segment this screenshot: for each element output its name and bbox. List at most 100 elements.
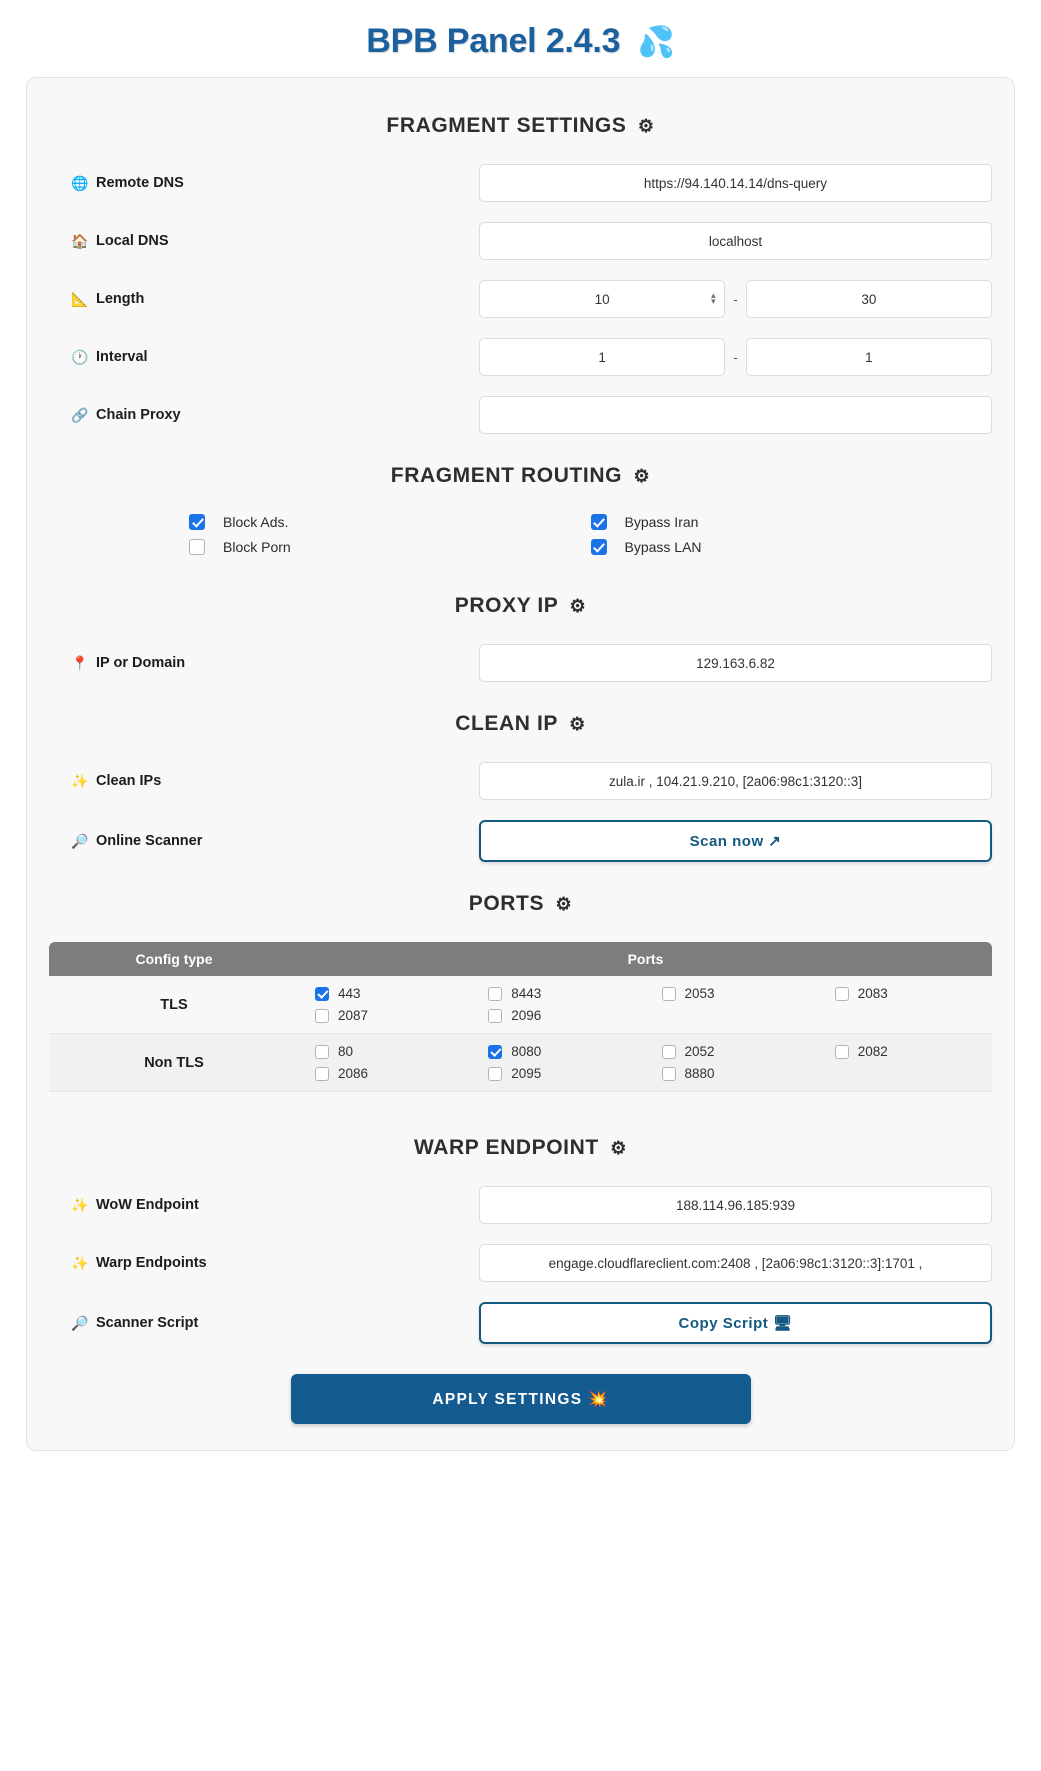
port-checkbox-2082[interactable]: 2082 <box>819 1044 992 1059</box>
ports-table: Config type Ports TLS 443 8443 2053 2083… <box>49 942 992 1092</box>
column-header-ports: Ports <box>299 942 992 976</box>
checkbox-block-porn-box[interactable] <box>189 539 205 555</box>
copy-script-label: Copy Script <box>678 1315 769 1332</box>
link-icon: 🔗 <box>71 407 89 423</box>
port-8880-label: 8880 <box>684 1066 715 1081</box>
table-row: Non TLS 80 8080 2052 2082 2086 2095 8880 <box>49 1033 992 1092</box>
section-title-fragment-routing: FRAGMENT ROUTING ⚙ <box>390 464 651 487</box>
port-2096-box[interactable] <box>488 1008 503 1023</box>
port-checkbox-2053[interactable]: 2053 <box>646 986 819 1001</box>
port-checkbox-2096[interactable]: 2096 <box>472 1008 645 1023</box>
port-2052-label: 2052 <box>684 1044 715 1059</box>
port-8080-box[interactable] <box>488 1044 503 1059</box>
checkbox-bypass-lan-box[interactable] <box>590 539 607 555</box>
checkbox-bypass-lan-label: Bypass LAN <box>624 539 702 555</box>
label-scanner-script: 🔎 Scanner Script <box>71 1315 199 1331</box>
port-checkbox-2052[interactable]: 2052 <box>646 1044 819 1059</box>
port-2052-box[interactable] <box>661 1044 676 1059</box>
label-length: 📐 Length <box>71 291 145 307</box>
interval-min-input[interactable] <box>479 338 726 376</box>
routing-column-right: Bypass Iran Bypass LAN <box>590 514 993 564</box>
app-version: 2.4.3 <box>545 22 621 60</box>
pin-icon: 📍 <box>71 655 89 671</box>
apply-settings-button[interactable]: APPLY SETTINGS 💥 <box>290 1374 751 1424</box>
port-checkbox-8443[interactable]: 8443 <box>472 986 645 1001</box>
port-2096-label: 2096 <box>511 1008 542 1023</box>
row-length: 📐 Length ▲▼ - <box>49 280 992 318</box>
clean-ips-input[interactable] <box>479 762 992 800</box>
settings-panel: FRAGMENT SETTINGS ⚙ 🌐 Remote DNS 🏠 Local… <box>26 77 1015 1451</box>
magnifier-icon: 🔎 <box>71 833 89 849</box>
ports-cell-non-tls: 80 8080 2052 2082 2086 2095 8880 <box>299 1033 992 1092</box>
remote-dns-input[interactable] <box>479 164 992 202</box>
label-warp-endpoints: ✨ Warp Endpoints <box>71 1255 207 1271</box>
checkbox-block-porn[interactable]: Block Porn <box>189 539 591 555</box>
port-checkbox-8080[interactable]: 8080 <box>472 1044 645 1059</box>
magnifier-icon: 🔎 <box>71 1315 89 1331</box>
checkbox-bypass-lan[interactable]: Bypass LAN <box>590 539 993 555</box>
label-remote-dns: 🌐 Remote DNS <box>71 175 184 191</box>
port-2086-label: 2086 <box>338 1066 369 1081</box>
checkbox-bypass-iran[interactable]: Bypass Iran <box>590 514 993 530</box>
port-checkbox-80[interactable]: 80 <box>299 1044 472 1059</box>
gear-icon: ⚙ <box>637 116 655 136</box>
port-checkbox-2083[interactable]: 2083 <box>819 986 992 1001</box>
port-2086-box[interactable] <box>315 1066 329 1081</box>
port-spacer <box>819 1066 992 1081</box>
page-title: BPB Panel 2.4.3 💦 <box>0 0 1041 77</box>
port-80-label: 80 <box>338 1044 354 1059</box>
scan-now-button[interactable]: Scan now ↗ <box>479 820 992 862</box>
length-min-input[interactable] <box>479 280 726 318</box>
ports-table-header-row: Config type Ports <box>49 942 992 976</box>
checkbox-bypass-iran-box[interactable] <box>590 514 607 530</box>
row-wow-endpoint: ✨ WoW Endpoint <box>49 1186 992 1224</box>
label-wow-endpoint: ✨ WoW Endpoint <box>71 1197 199 1213</box>
port-2087-box[interactable] <box>315 1008 329 1023</box>
proxy-ip-input[interactable] <box>479 644 992 682</box>
external-link-icon: ↗ <box>768 833 782 850</box>
port-checkbox-2095[interactable]: 2095 <box>472 1066 645 1081</box>
clock-icon: 🕐 <box>71 349 89 365</box>
wow-endpoint-input[interactable] <box>479 1186 992 1224</box>
length-max-input[interactable] <box>745 280 992 318</box>
port-443-box[interactable] <box>315 986 329 1001</box>
row-clean-ips: ✨ Clean IPs <box>49 762 992 800</box>
port-2095-box[interactable] <box>488 1066 503 1081</box>
port-checkbox-2086[interactable]: 2086 <box>299 1066 472 1081</box>
label-interval: 🕐 Interval <box>71 349 148 365</box>
port-checkbox-8880[interactable]: 8880 <box>646 1066 819 1081</box>
port-8880-box[interactable] <box>661 1066 676 1081</box>
chain-proxy-input[interactable] <box>479 396 992 434</box>
port-2082-box[interactable] <box>834 1044 849 1059</box>
port-checkbox-443[interactable]: 443 <box>299 986 472 1001</box>
section-title-fragment-settings: FRAGMENT SETTINGS ⚙ <box>386 114 655 137</box>
section-title-proxy-ip: PROXY IP ⚙ <box>454 594 587 617</box>
row-warp-endpoints: ✨ Warp Endpoints <box>49 1244 992 1282</box>
local-dns-input[interactable] <box>479 222 992 260</box>
interval-max-input[interactable] <box>745 338 992 376</box>
gear-icon: ⚙ <box>610 1138 627 1158</box>
checkbox-block-ads-label: Block Ads. <box>223 514 289 530</box>
routing-options: Block Ads. Block Porn Bypass Iran Bypass… <box>49 514 992 564</box>
globe-icon: 🌐 <box>71 175 89 191</box>
port-checkbox-2087[interactable]: 2087 <box>299 1008 472 1023</box>
port-2082-label: 2082 <box>857 1044 888 1059</box>
checkbox-block-ads-box[interactable] <box>189 514 205 530</box>
port-8443-box[interactable] <box>488 986 503 1001</box>
checkbox-block-ads[interactable]: Block Ads. <box>189 514 591 530</box>
port-2053-box[interactable] <box>661 986 676 1001</box>
ruler-icon: 📐 <box>71 291 89 307</box>
port-8080-label: 8080 <box>511 1044 542 1059</box>
ports-cell-tls: 443 8443 2053 2083 2087 2096 <box>299 976 992 1034</box>
row-chain-proxy: 🔗 Chain Proxy <box>49 396 992 434</box>
port-2087-label: 2087 <box>338 1008 369 1023</box>
row-remote-dns: 🌐 Remote DNS <box>49 164 992 202</box>
apply-settings-label: APPLY SETTINGS <box>432 1390 583 1408</box>
port-2083-box[interactable] <box>834 986 849 1001</box>
copy-script-button[interactable]: Copy Script 🖥 <box>479 1302 992 1344</box>
warp-endpoints-input[interactable] <box>479 1244 992 1282</box>
length-separator: - <box>733 291 738 307</box>
section-title-ports: PORTS ⚙ <box>468 892 573 915</box>
port-80-box[interactable] <box>315 1044 329 1059</box>
row-proxy-ip: 📍 IP or Domain <box>49 644 992 682</box>
